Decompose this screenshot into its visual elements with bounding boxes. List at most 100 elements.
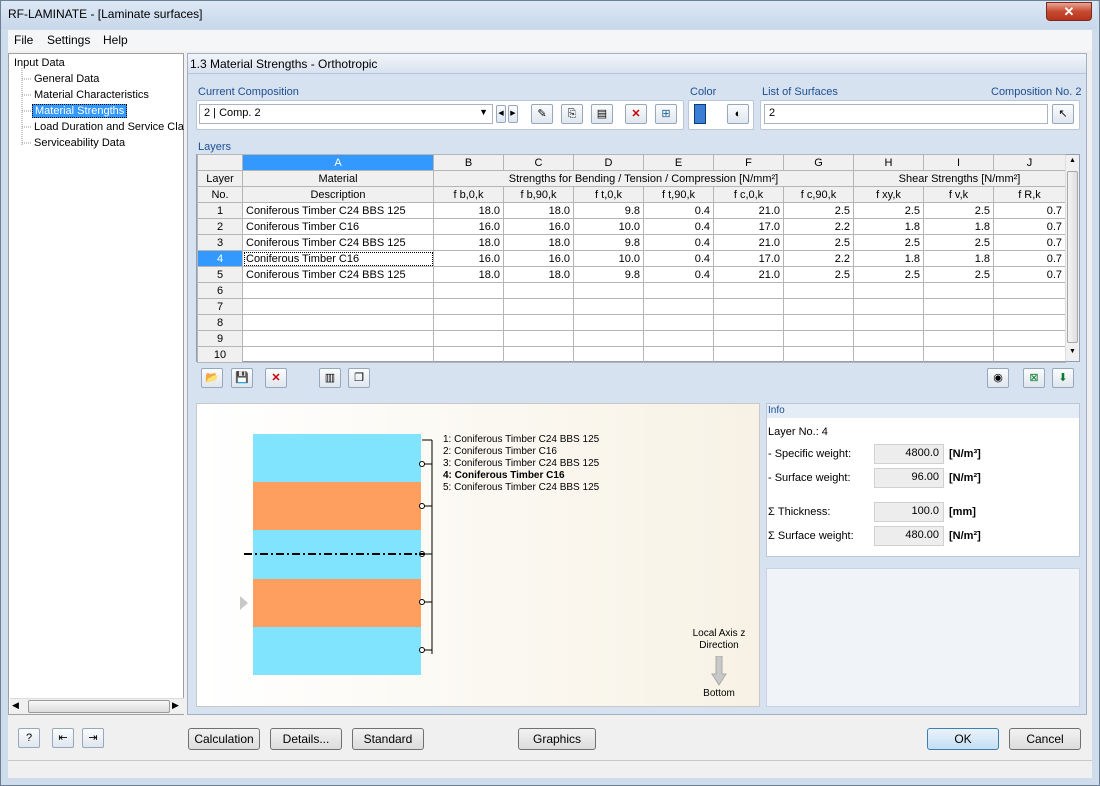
cell-value[interactable]: 0.4 bbox=[643, 266, 714, 283]
cell-description[interactable] bbox=[242, 314, 434, 331]
standard-button[interactable]: Standard bbox=[352, 728, 424, 750]
cell-value[interactable]: 18.0 bbox=[503, 202, 574, 219]
calculation-button[interactable]: Calculation bbox=[188, 728, 260, 750]
library-icon[interactable]: ▥ bbox=[319, 368, 341, 388]
cell-value[interactable] bbox=[923, 330, 994, 347]
cell-value[interactable]: 18.0 bbox=[503, 234, 574, 251]
tree-item-serviceability-data[interactable]: Serviceability Data bbox=[34, 137, 125, 149]
cell-value[interactable] bbox=[853, 346, 924, 363]
menu-settings[interactable]: Settings bbox=[47, 33, 90, 47]
cell-value[interactable]: 21.0 bbox=[713, 266, 784, 283]
cell-value[interactable]: 0.7 bbox=[993, 202, 1066, 219]
cell-value[interactable]: 0.4 bbox=[643, 250, 714, 267]
cell-value[interactable] bbox=[503, 314, 574, 331]
table-row[interactable]: 7 bbox=[197, 298, 1066, 315]
delete-row-icon[interactable]: ✕ bbox=[265, 368, 287, 388]
row-number[interactable]: 10 bbox=[197, 346, 243, 363]
col-header-d[interactable]: D bbox=[573, 154, 644, 171]
scroll-down-icon[interactable]: ▼ bbox=[1069, 348, 1076, 355]
import-data-icon[interactable]: ⇤ bbox=[52, 728, 74, 748]
row-number[interactable]: 5 bbox=[197, 266, 243, 283]
cell-value[interactable] bbox=[433, 314, 504, 331]
cell-value[interactable]: 0.7 bbox=[993, 218, 1066, 235]
cell-value[interactable]: 2.5 bbox=[783, 234, 854, 251]
cell-value[interactable] bbox=[503, 298, 574, 315]
cell-value[interactable]: 1.8 bbox=[923, 250, 994, 267]
cell-value[interactable]: 16.0 bbox=[433, 250, 504, 267]
cell-value[interactable] bbox=[573, 298, 644, 315]
cell-value[interactable]: 2.5 bbox=[783, 266, 854, 283]
cell-value[interactable]: 10.0 bbox=[573, 250, 644, 267]
col-header-c[interactable]: C bbox=[503, 154, 574, 171]
cell-value[interactable] bbox=[573, 314, 644, 331]
view-icon[interactable]: ◉ bbox=[987, 368, 1009, 388]
cell-description[interactable]: Coniferous Timber C24 BBS 125 bbox=[242, 202, 434, 219]
cell-value[interactable] bbox=[573, 346, 644, 363]
cell-value[interactable] bbox=[503, 346, 574, 363]
cell-value[interactable] bbox=[643, 330, 714, 347]
cell-value[interactable]: 18.0 bbox=[433, 234, 504, 251]
cell-value[interactable] bbox=[433, 346, 504, 363]
cell-value[interactable]: 16.0 bbox=[433, 218, 504, 235]
cell-value[interactable]: 2.2 bbox=[783, 250, 854, 267]
cell-value[interactable]: 1.8 bbox=[923, 218, 994, 235]
cell-value[interactable]: 2.2 bbox=[783, 218, 854, 235]
cell-value[interactable]: 0.4 bbox=[643, 234, 714, 251]
col-header-g[interactable]: G bbox=[783, 154, 854, 171]
scroll-left-icon[interactable]: ◀ bbox=[12, 700, 19, 711]
cell-value[interactable] bbox=[853, 298, 924, 315]
delete-composition-icon[interactable]: ✕ bbox=[625, 104, 647, 124]
composition-select[interactable]: 2 | Comp. 2 ▼ bbox=[199, 104, 493, 124]
cell-value[interactable]: 10.0 bbox=[573, 218, 644, 235]
copy-composition-icon[interactable]: ⎘ bbox=[561, 104, 583, 124]
table-row[interactable]: 3 Coniferous Timber C24 BBS 125 18.0 18.0 9.… bbox=[197, 234, 1066, 251]
cell-value[interactable] bbox=[643, 282, 714, 299]
cell-value[interactable] bbox=[713, 298, 784, 315]
row-number[interactable]: 2 bbox=[197, 218, 243, 235]
cell-value[interactable]: 17.0 bbox=[713, 250, 784, 267]
cell-value[interactable]: 1.8 bbox=[853, 250, 924, 267]
cell-description[interactable]: Coniferous Timber C24 BBS 125 bbox=[242, 266, 434, 283]
scroll-right-icon[interactable]: ▶ bbox=[172, 700, 179, 711]
cell-description[interactable]: Coniferous Timber C24 BBS 125 bbox=[242, 234, 434, 251]
cell-value[interactable]: 21.0 bbox=[713, 234, 784, 251]
pick-surface-icon[interactable]: ↖ bbox=[1052, 104, 1074, 124]
table-row[interactable]: 4 Coniferous Timber C16 16.0 16.0 10.0 0.4 17.… bbox=[197, 250, 1066, 267]
cell-value[interactable] bbox=[853, 314, 924, 331]
scroll-thumb[interactable] bbox=[28, 700, 170, 713]
cell-value[interactable]: 17.0 bbox=[713, 218, 784, 235]
cell-value[interactable] bbox=[783, 298, 854, 315]
col-header-h[interactable]: H bbox=[853, 154, 924, 171]
ok-button[interactable]: OK bbox=[927, 728, 999, 750]
open-icon[interactable]: 📂 bbox=[201, 368, 223, 388]
col-header-a[interactable]: A bbox=[242, 154, 434, 171]
col-header-e[interactable]: E bbox=[643, 154, 714, 171]
copy-icon[interactable]: ❐ bbox=[348, 368, 370, 388]
table-row[interactable]: 9 bbox=[197, 330, 1066, 347]
cell-value[interactable] bbox=[923, 314, 994, 331]
table-row[interactable]: 10 bbox=[197, 346, 1066, 363]
menu-file[interactable]: File bbox=[14, 33, 33, 47]
cell-value[interactable]: 9.8 bbox=[573, 266, 644, 283]
row-number[interactable]: 1 bbox=[197, 202, 243, 219]
col-header-j[interactable]: J bbox=[993, 154, 1066, 171]
cell-value[interactable] bbox=[993, 330, 1066, 347]
excel-composition-icon[interactable]: ⊞ bbox=[655, 104, 677, 124]
save-icon[interactable]: 💾 bbox=[231, 368, 253, 388]
chevron-down-icon[interactable]: ▼ bbox=[479, 107, 488, 117]
cell-value[interactable] bbox=[433, 298, 504, 315]
cell-value[interactable]: 18.0 bbox=[433, 266, 504, 283]
cell-value[interactable]: 18.0 bbox=[503, 266, 574, 283]
new-composition-icon[interactable]: ✎ bbox=[531, 104, 553, 124]
cell-value[interactable]: 16.0 bbox=[503, 218, 574, 235]
cell-value[interactable]: 0.4 bbox=[643, 218, 714, 235]
cell-value[interactable] bbox=[853, 282, 924, 299]
table-row[interactable]: 1 Coniferous Timber C24 BBS 125 18.0 18.0 9.… bbox=[197, 202, 1066, 219]
cell-value[interactable] bbox=[713, 314, 784, 331]
tree-item-general-data[interactable]: General Data bbox=[34, 73, 99, 85]
cell-value[interactable]: 18.0 bbox=[433, 202, 504, 219]
cell-value[interactable] bbox=[503, 330, 574, 347]
export-excel-icon[interactable]: ⊠ bbox=[1023, 368, 1045, 388]
cell-value[interactable] bbox=[713, 282, 784, 299]
cell-value[interactable]: 21.0 bbox=[713, 202, 784, 219]
